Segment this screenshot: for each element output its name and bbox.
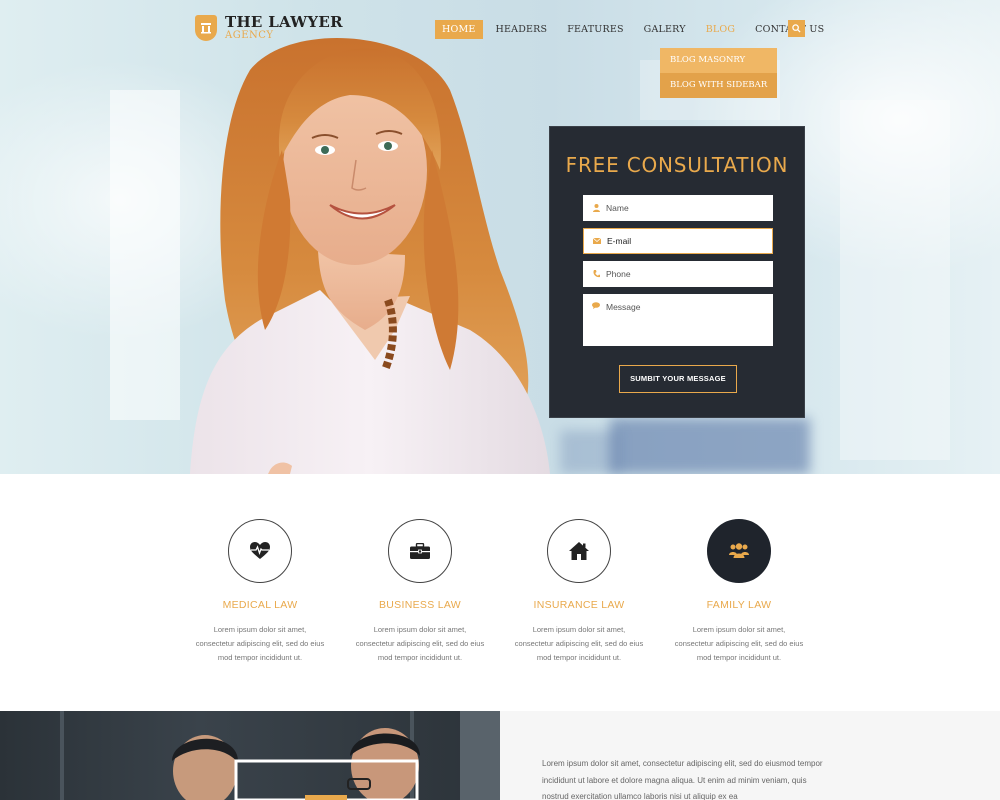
briefcase-icon — [410, 543, 430, 559]
nav-item-blog[interactable]: BLOG — [699, 20, 742, 39]
service-description: Lorem ipsum dolor sit amet, consectetur … — [195, 625, 325, 662]
heartbeat-icon — [250, 542, 270, 559]
message-textarea[interactable]: Message — [583, 294, 773, 346]
nav-item-galery[interactable]: GALERY — [637, 20, 693, 39]
envelope-icon — [592, 238, 602, 244]
service-icon-button[interactable] — [707, 519, 771, 583]
service-card-family-law: FAMILY LAW Lorem ipsum dolor sit amet, c… — [669, 519, 809, 665]
service-title: FAMILY LAW — [706, 599, 772, 611]
services-section: MEDICAL LAW Lorem ipsum dolor sit amet, … — [0, 474, 1000, 711]
consultation-form: FREE CONSULTATION Name E-mail Phone Mess… — [549, 126, 805, 418]
brand-tagline: AGENCY — [225, 30, 274, 41]
search-icon — [792, 24, 801, 33]
name-placeholder: Name — [606, 203, 629, 213]
users-icon — [729, 543, 749, 558]
service-icon-button[interactable] — [388, 519, 452, 583]
search-button[interactable] — [788, 20, 805, 37]
background-window — [840, 100, 950, 460]
service-title: BUSINESS LAW — [379, 599, 461, 611]
service-title: MEDICAL LAW — [222, 599, 298, 611]
team-photo-image — [60, 711, 500, 800]
about-section: Lorem ipsum dolor sit amet, consectetur … — [500, 711, 1000, 800]
service-icon-button[interactable] — [547, 519, 611, 583]
nav-item-headers[interactable]: HEADERS — [489, 20, 555, 39]
name-field[interactable]: Name — [583, 195, 773, 221]
hero-section: THE LAWYER AGENCY HOME HEADERS FEATURES … — [0, 0, 1000, 474]
nav-item-home[interactable]: HOME — [435, 20, 483, 39]
phone-icon — [591, 270, 601, 278]
service-icon-button[interactable] — [228, 519, 292, 583]
service-description: Lorem ipsum dolor sit amet, consectetur … — [355, 625, 485, 662]
service-card-insurance-law: INSURANCE LAW Lorem ipsum dolor sit amet… — [509, 519, 649, 665]
menu-item-blog-masonry[interactable]: BLOG MASONRY — [660, 48, 777, 73]
comment-icon — [591, 302, 601, 309]
blog-dropdown-menu: BLOG MASONRY BLOG WITH SIDEBAR — [660, 48, 777, 98]
email-field[interactable]: E-mail — [583, 228, 773, 254]
phone-placeholder: Phone — [606, 269, 631, 279]
background-blur-figure — [610, 418, 810, 474]
service-card-medical-law: MEDICAL LAW Lorem ipsum dolor sit amet, … — [190, 519, 330, 665]
service-description: Lorem ipsum dolor sit amet, consectetur … — [514, 625, 644, 662]
pillar-icon — [195, 15, 217, 41]
brand-name: THE LAWYER — [225, 13, 343, 31]
service-title: INSURANCE LAW — [533, 599, 625, 611]
background-blur-figure — [560, 430, 620, 474]
team-photo — [0, 711, 500, 800]
phone-field[interactable]: Phone — [583, 261, 773, 287]
about-paragraph: Lorem ipsum dolor sit amet, consectetur … — [542, 759, 823, 800]
site-logo[interactable]: THE LAWYER AGENCY — [195, 14, 343, 42]
nav-item-features[interactable]: FEATURES — [560, 20, 630, 39]
home-icon — [569, 542, 589, 560]
service-card-business-law: BUSINESS LAW Lorem ipsum dolor sit amet,… — [350, 519, 490, 665]
service-description: Lorem ipsum dolor sit amet, consectetur … — [674, 625, 804, 662]
consultation-title: FREE CONSULTATION — [565, 153, 789, 177]
email-value: E-mail — [607, 236, 632, 246]
hero-portrait-image — [190, 37, 550, 474]
menu-item-blog-with-sidebar[interactable]: BLOG WITH SIDEBAR — [660, 73, 777, 98]
submit-message-button[interactable]: SUMBIT YOUR MESSAGE — [619, 365, 737, 393]
message-placeholder: Message — [606, 302, 641, 312]
user-icon — [591, 204, 601, 212]
main-navigation: HOME HEADERS FEATURES GALERY BLOG CONTAC… — [435, 20, 837, 39]
